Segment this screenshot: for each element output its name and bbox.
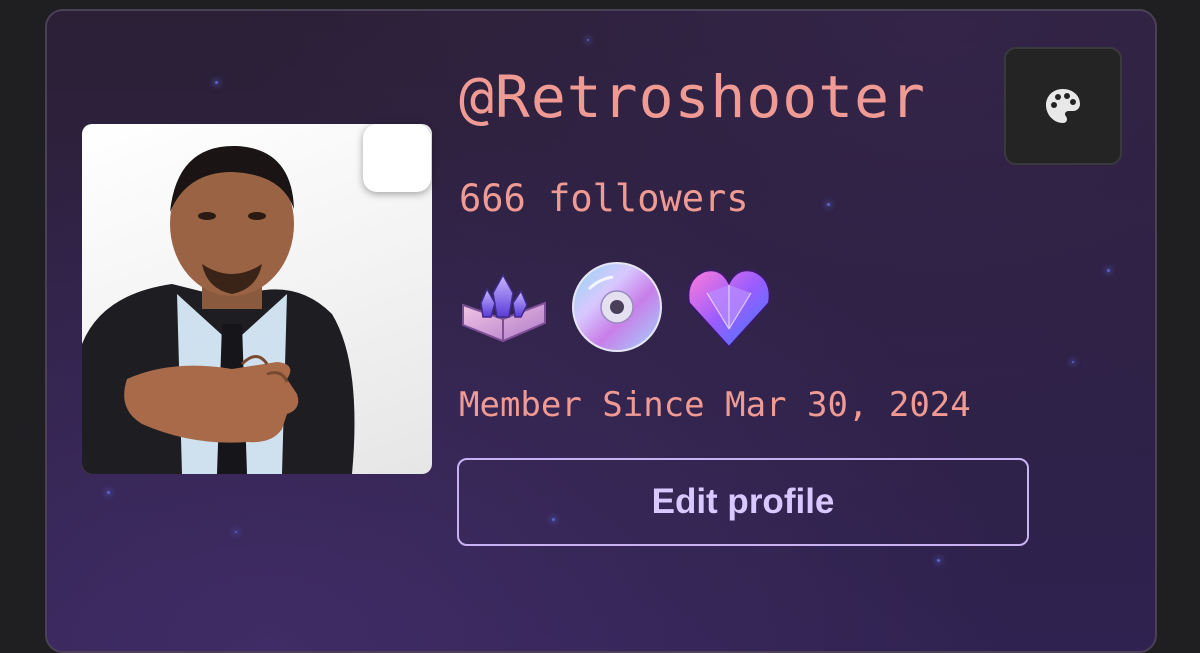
sparkle	[1072, 361, 1074, 363]
followers-count[interactable]: 666 followers	[459, 177, 749, 220]
badge-list	[457, 259, 777, 355]
spellbook-crystal-badge[interactable]	[457, 259, 553, 355]
sparkle	[215, 81, 218, 84]
profile-card: @Retroshooter 666 followers Member Since…	[45, 9, 1157, 653]
sparkle	[827, 203, 830, 206]
cd-disc-badge[interactable]	[569, 259, 665, 355]
palette-icon	[1046, 89, 1080, 123]
member-since-date: Member Since Mar 30, 2024	[459, 385, 971, 425]
avatar-corner-tab[interactable]	[363, 124, 431, 192]
theme-palette-button[interactable]	[1004, 47, 1122, 165]
sparkle	[937, 559, 940, 562]
edit-profile-button[interactable]: Edit profile	[457, 458, 1029, 546]
sparkle	[107, 491, 110, 494]
sparkle	[587, 39, 589, 41]
gem-heart-badge[interactable]	[681, 259, 777, 355]
sparkle	[1107, 269, 1110, 272]
username: @Retroshooter	[459, 63, 926, 131]
sparkle	[235, 531, 237, 533]
